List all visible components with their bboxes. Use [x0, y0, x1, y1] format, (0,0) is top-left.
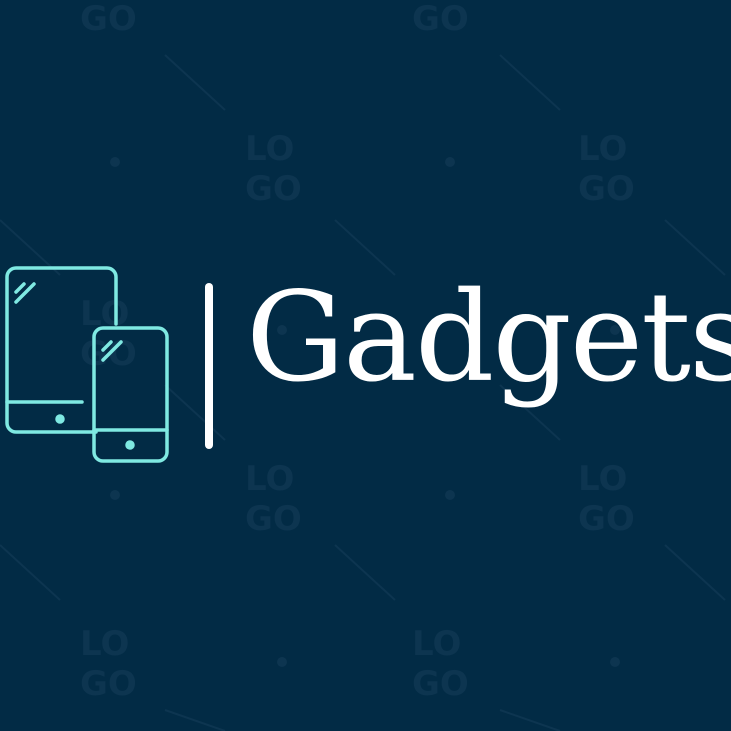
- svg-text:GO: GO: [80, 0, 137, 39]
- svg-text:GO: GO: [578, 169, 635, 209]
- svg-text:LO: LO: [412, 624, 461, 664]
- tablet-icon: [5, 266, 118, 434]
- svg-text:LO: LO: [245, 459, 294, 499]
- svg-text:GO: GO: [412, 0, 469, 39]
- svg-text:GO: GO: [578, 499, 635, 539]
- svg-text:GO: GO: [245, 169, 302, 209]
- svg-text:LO: LO: [578, 129, 627, 169]
- svg-text:GO: GO: [412, 664, 469, 704]
- svg-text:GO: GO: [245, 499, 302, 539]
- tablet-and-phone-icon: [5, 266, 169, 463]
- brand-name: Gadgets: [246, 266, 731, 410]
- svg-text:LO: LO: [80, 624, 129, 664]
- svg-text:GO: GO: [80, 664, 137, 704]
- svg-text:LO: LO: [578, 459, 627, 499]
- svg-text:LO: LO: [245, 129, 294, 169]
- logo-canvas: GO GO LO GO LO GO LO GO LO GO LO GO LO GO LO GO: [0, 0, 731, 731]
- logo-divider: [205, 283, 213, 449]
- phone-icon: [92, 326, 169, 463]
